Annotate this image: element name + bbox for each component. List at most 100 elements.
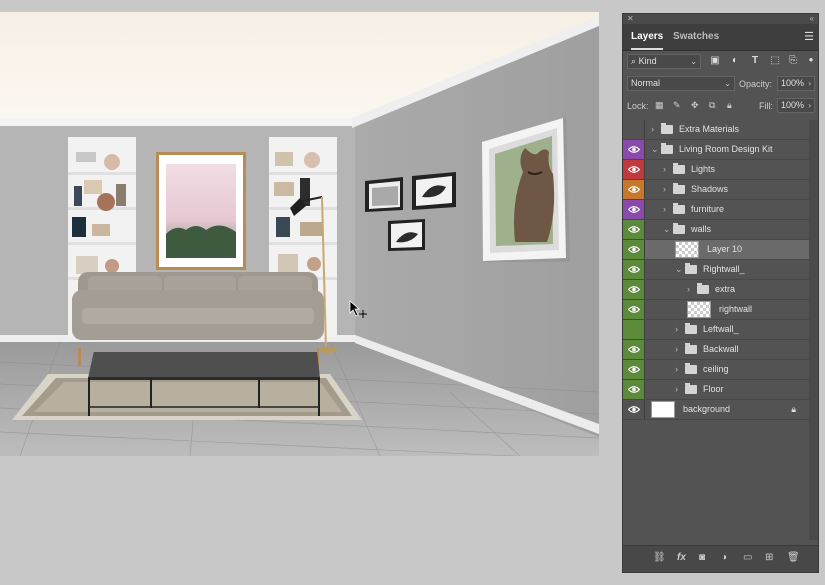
search-icon: ⌕: [631, 56, 637, 66]
chevron-down-icon[interactable]: ⌄: [675, 260, 683, 279]
blend-mode-dropdown[interactable]: Normal ⌄: [627, 76, 735, 91]
chevron-right-icon[interactable]: ›: [687, 280, 690, 299]
folder-icon: [685, 343, 697, 354]
filter-smart-object-icon[interactable]: ⎘: [787, 55, 799, 66]
tab-swatches[interactable]: Swatches: [673, 24, 719, 50]
visibility-toggle[interactable]: [623, 140, 645, 159]
layer-row[interactable]: background 🔒︎: [623, 400, 810, 420]
layer-thumbnail: [675, 241, 699, 258]
folder-icon: [685, 263, 697, 274]
layer-row[interactable]: › Backwall: [623, 340, 810, 360]
chevron-right-icon[interactable]: ›: [675, 340, 678, 359]
layer-name: Shadows: [691, 184, 729, 194]
folder-icon: [697, 283, 709, 294]
layer-row[interactable]: › Shadows: [623, 180, 810, 200]
visibility-toggle[interactable]: [623, 380, 645, 399]
panel-menu-icon[interactable]: ☰: [804, 30, 814, 43]
chevron-right-icon[interactable]: ›: [663, 180, 666, 199]
document-canvas[interactable]: [0, 12, 599, 456]
new-group-icon[interactable]: ▭: [743, 552, 752, 563]
layer-row[interactable]: › Leftwall_: [623, 320, 810, 340]
fill-value: 100%: [781, 100, 805, 110]
layer-row[interactable]: Layer 10: [623, 240, 810, 260]
layer-row[interactable]: › Extra Materials: [623, 120, 810, 140]
visibility-toggle[interactable]: [623, 320, 645, 339]
fx-icon[interactable]: fx: [677, 552, 686, 563]
visibility-toggle[interactable]: [623, 200, 645, 219]
visibility-toggle[interactable]: [623, 260, 645, 279]
close-panel-icon[interactable]: ✕: [627, 14, 634, 24]
lock-all-icon[interactable]: 🔒︎: [727, 100, 732, 111]
layer-row[interactable]: › ceiling: [623, 360, 810, 380]
collapse-icon[interactable]: «: [810, 14, 814, 24]
layers-scrollbar[interactable]: [809, 120, 818, 540]
layers-list: › Extra Materials ⌄ Living Room Design Kit ›…: [623, 120, 810, 420]
opacity-field[interactable]: 100% ›: [777, 76, 815, 91]
chevron-right-icon[interactable]: ›: [675, 380, 678, 399]
chevron-down-icon[interactable]: ⌄: [651, 140, 659, 159]
filter-adjustment-icon[interactable]: ◐: [729, 55, 741, 66]
opacity-value: 100%: [781, 78, 805, 88]
lock-position-icon[interactable]: ✥: [691, 100, 699, 111]
layer-name: background: [683, 404, 731, 414]
visibility-toggle[interactable]: [623, 360, 645, 379]
visibility-toggle[interactable]: [623, 120, 645, 139]
lock-transparent-icon[interactable]: ▦: [655, 100, 664, 111]
tab-layers[interactable]: Layers: [631, 24, 664, 50]
lock-artboard-icon[interactable]: ⧉: [709, 100, 715, 111]
filter-pixel-icon[interactable]: ▣: [709, 55, 721, 66]
filter-kind-dropdown[interactable]: ⌕ Kind ⌄: [627, 54, 701, 69]
filter-toggle-icon[interactable]: ●: [805, 55, 817, 64]
folder-icon: [685, 363, 697, 374]
chevron-right-icon[interactable]: ›: [663, 200, 666, 219]
folder-icon: [661, 123, 673, 134]
panel-tabs: Layers Swatches ☰: [623, 24, 818, 51]
panel-header-bar: ✕ «: [623, 14, 818, 24]
layer-row[interactable]: › furniture: [623, 200, 810, 220]
layer-row[interactable]: › extra: [623, 280, 810, 300]
filter-row: ⌕ Kind ⌄ ▣ ◐ T ⬚ ⎘ ●: [623, 51, 818, 73]
visibility-toggle[interactable]: [623, 160, 645, 179]
chevron-down-icon: ⌄: [690, 57, 697, 66]
layer-name: extra: [715, 284, 736, 294]
fill-label: Fill:: [759, 101, 773, 111]
visibility-toggle[interactable]: [623, 220, 645, 239]
filter-shape-icon[interactable]: ⬚: [769, 55, 781, 66]
layer-name: furniture: [691, 204, 725, 214]
layer-row[interactable]: ⌄ Living Room Design Kit: [623, 140, 810, 160]
new-layer-icon[interactable]: ⊞: [765, 552, 773, 563]
adjustment-icon[interactable]: ◑: [721, 552, 727, 563]
chevron-right-icon[interactable]: ›: [675, 360, 678, 379]
layer-name: Layer 10: [707, 244, 743, 254]
filter-type-icon[interactable]: T: [749, 55, 761, 66]
layer-row[interactable]: ⌄ walls: [623, 220, 810, 240]
chevron-right-icon[interactable]: ›: [675, 320, 678, 339]
chevron-down-icon: ⌄: [724, 79, 731, 88]
visibility-toggle[interactable]: [623, 400, 645, 419]
layer-row[interactable]: ⌄ Rightwall_: [623, 260, 810, 280]
visibility-toggle[interactable]: [623, 300, 645, 319]
lock-image-icon[interactable]: ✎: [673, 100, 681, 111]
blend-mode-value: Normal: [631, 78, 661, 88]
visibility-toggle[interactable]: [623, 180, 645, 199]
layer-name: Floor: [703, 384, 724, 394]
folder-icon: [673, 163, 685, 174]
visibility-toggle[interactable]: [623, 340, 645, 359]
folder-icon: [685, 383, 697, 394]
layer-row[interactable]: › Lights: [623, 160, 810, 180]
chevron-right-icon[interactable]: ›: [651, 120, 654, 139]
link-icon[interactable]: ⛓: [653, 552, 666, 563]
room-mockup-image: [0, 12, 599, 456]
layers-panel: ✕ « Layers Swatches ☰ ⌕ Kind ⌄ ▣ ◐ T ⬚ ⎘…: [622, 13, 819, 573]
fill-field[interactable]: 100% ›: [777, 98, 815, 113]
layer-name: ceiling: [703, 364, 729, 374]
visibility-toggle[interactable]: [623, 240, 645, 259]
chevron-right-icon[interactable]: ›: [663, 160, 666, 179]
layer-name: walls: [691, 224, 712, 234]
layer-row[interactable]: › Floor: [623, 380, 810, 400]
layer-row[interactable]: rightwall: [623, 300, 810, 320]
mask-icon[interactable]: ◙: [699, 552, 705, 563]
chevron-down-icon[interactable]: ⌄: [663, 220, 671, 239]
visibility-toggle[interactable]: [623, 280, 645, 299]
trash-icon[interactable]: 🗑︎: [787, 552, 800, 563]
